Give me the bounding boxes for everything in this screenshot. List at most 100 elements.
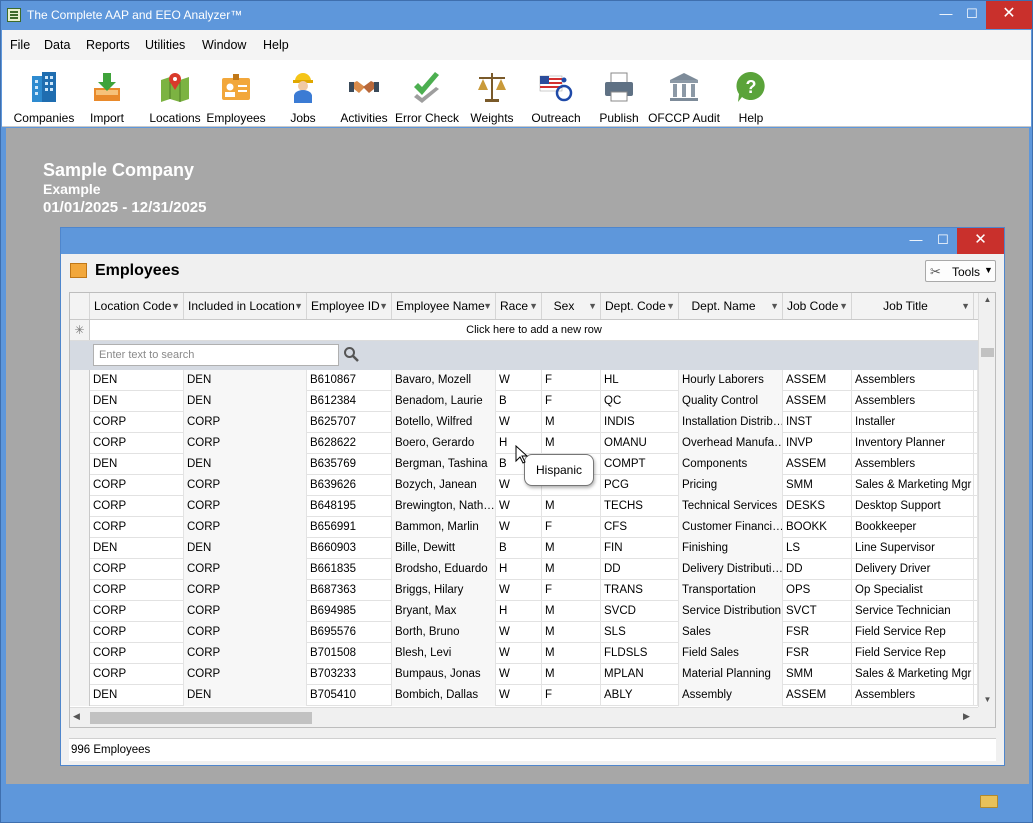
table-row[interactable]: CORP CORP B661835 Brodsho, Eduardo H M DD Deliv…	[70, 559, 978, 580]
filter-icon[interactable]: ▼	[379, 293, 388, 319]
search-icon[interactable]	[343, 346, 359, 362]
table-cell[interactable]: CORP	[90, 496, 184, 517]
table-cell[interactable]: FLDSLS	[601, 643, 679, 664]
table-cell[interactable]: Pricing	[679, 475, 783, 496]
table-cell[interactable]: Delivery Driver	[852, 559, 974, 580]
table-cell[interactable]: M	[542, 496, 601, 517]
table-cell[interactable]: Desktop Support	[852, 496, 974, 517]
table-cell[interactable]: Assemblers	[852, 454, 974, 475]
table-cell[interactable]: Delivery Distributi…	[679, 559, 783, 580]
filter-icon[interactable]: ▼	[529, 293, 538, 319]
table-cell[interactable]: CORP	[184, 517, 307, 538]
table-cell[interactable]: FIN	[601, 538, 679, 559]
column-header-job-title[interactable]: Job Title ▼	[852, 293, 974, 319]
row-selector[interactable]	[70, 685, 90, 706]
table-row[interactable]: CORP CORP B625707 Botello, Wilfred W M INDIS In…	[70, 412, 978, 433]
table-cell[interactable]: DEN	[184, 454, 307, 475]
toolbar-companies-button[interactable]: Companies	[11, 60, 77, 127]
table-cell[interactable]: SMM	[783, 664, 852, 685]
table-cell[interactable]: M	[542, 538, 601, 559]
table-cell[interactable]: Bavaro, Mozell	[392, 370, 496, 391]
table-cell[interactable]: H	[496, 601, 542, 622]
table-cell[interactable]: B	[496, 538, 542, 559]
employees-close-button[interactable]: ✕	[957, 228, 1004, 254]
table-cell[interactable]: W	[496, 580, 542, 601]
add-new-row[interactable]: ✳ Click here to add a new row	[70, 320, 978, 341]
table-cell[interactable]: SVCD	[601, 601, 679, 622]
toolbar-error-check-button[interactable]: Error Check	[395, 60, 459, 127]
table-cell[interactable]: DEN	[184, 538, 307, 559]
table-row[interactable]: CORP CORP B701508 Blesh, Levi W M FLDSLS Field …	[70, 643, 978, 664]
table-cell[interactable]: Installation Distrib…	[679, 412, 783, 433]
table-cell[interactable]: B694985	[307, 601, 392, 622]
table-cell[interactable]: QC	[601, 391, 679, 412]
table-cell[interactable]: Assemblers	[852, 685, 974, 706]
folder-icon[interactable]	[980, 795, 998, 808]
table-row[interactable]: CORP CORP B695576 Borth, Bruno W M SLS Sales FSR…	[70, 622, 978, 643]
table-cell[interactable]: DEN	[184, 370, 307, 391]
filter-icon[interactable]: ▼	[294, 293, 303, 319]
row-selector[interactable]	[70, 496, 90, 517]
table-cell[interactable]: CORP	[184, 475, 307, 496]
table-cell[interactable]: Brewington, Nath…	[392, 496, 496, 517]
table-cell[interactable]: Bille, Dewitt	[392, 538, 496, 559]
table-cell[interactable]: CORP	[90, 475, 184, 496]
tools-dropdown-button[interactable]: ✂ Tools ▼	[925, 260, 996, 282]
table-cell[interactable]: W	[496, 622, 542, 643]
table-cell[interactable]: CORP	[184, 622, 307, 643]
table-cell[interactable]: DEN	[90, 685, 184, 706]
filter-icon[interactable]: ▼	[770, 293, 779, 319]
table-cell[interactable]: B628622	[307, 433, 392, 454]
table-cell[interactable]: COMPT	[601, 454, 679, 475]
row-selector[interactable]	[70, 433, 90, 454]
table-cell[interactable]: SVCT	[783, 601, 852, 622]
table-cell[interactable]: Bryant, Max	[392, 601, 496, 622]
menu-utilities[interactable]: Utilities	[145, 38, 185, 52]
menu-data[interactable]: Data	[44, 38, 70, 52]
filter-icon[interactable]: ▼	[171, 293, 180, 319]
table-cell[interactable]: Quality Control	[679, 391, 783, 412]
row-selector[interactable]	[70, 391, 90, 412]
column-header-dept-name[interactable]: Dept. Name ▼	[679, 293, 783, 319]
column-header-job-code[interactable]: Job Code ▼	[783, 293, 852, 319]
toolbar-outreach-button[interactable]: Outreach	[526, 60, 586, 127]
filter-icon[interactable]: ▼	[961, 293, 970, 319]
table-row[interactable]: DEN DEN B660903 Bille, Dewitt B M FIN Finishing…	[70, 538, 978, 559]
toolbar-employees-button[interactable]: Employees	[206, 60, 266, 127]
table-cell[interactable]: CORP	[90, 559, 184, 580]
table-cell[interactable]: Boero, Gerardo	[392, 433, 496, 454]
toolbar-activities-button[interactable]: Activities	[338, 60, 390, 127]
table-row[interactable]: CORP CORP B694985 Bryant, Max H M SVCD Service …	[70, 601, 978, 622]
table-cell[interactable]: B625707	[307, 412, 392, 433]
table-cell[interactable]: W	[496, 412, 542, 433]
table-cell[interactable]: Technical Services	[679, 496, 783, 517]
column-header-employee-name[interactable]: Employee Name ▼	[392, 293, 496, 319]
table-cell[interactable]: CORP	[184, 643, 307, 664]
table-cell[interactable]: CORP	[184, 664, 307, 685]
table-cell[interactable]: DESKS	[783, 496, 852, 517]
table-cell[interactable]: DD	[601, 559, 679, 580]
table-cell[interactable]: CORP	[90, 664, 184, 685]
table-cell[interactable]: Components	[679, 454, 783, 475]
toolbar-import-button[interactable]: Import	[82, 60, 132, 127]
table-cell[interactable]: DEN	[184, 391, 307, 412]
table-cell[interactable]: PCG	[601, 475, 679, 496]
close-button[interactable]: ✕	[986, 1, 1032, 29]
table-cell[interactable]: M	[542, 643, 601, 664]
table-cell[interactable]: B656991	[307, 517, 392, 538]
column-header-location-code[interactable]: Location Code ▼	[90, 293, 184, 319]
column-header-employee-id[interactable]: Employee ID ▼	[307, 293, 392, 319]
row-selector[interactable]	[70, 622, 90, 643]
table-cell[interactable]: DEN	[90, 538, 184, 559]
table-cell[interactable]: CORP	[184, 580, 307, 601]
table-row[interactable]: DEN DEN B610867 Bavaro, Mozell W F HL Hourly La…	[70, 370, 978, 391]
table-cell[interactable]: DEN	[90, 391, 184, 412]
menu-reports[interactable]: Reports	[86, 38, 130, 52]
vertical-scrollbar[interactable]: ▲ ▼	[978, 293, 995, 707]
table-cell[interactable]: Sales & Marketing Mgr	[852, 475, 974, 496]
horizontal-scroll-thumb[interactable]	[90, 712, 312, 724]
table-cell[interactable]: CORP	[184, 412, 307, 433]
table-cell[interactable]: Service Technician	[852, 601, 974, 622]
search-input[interactable]	[93, 344, 339, 366]
column-header-included-in-location[interactable]: Included in Location ▼	[184, 293, 307, 319]
